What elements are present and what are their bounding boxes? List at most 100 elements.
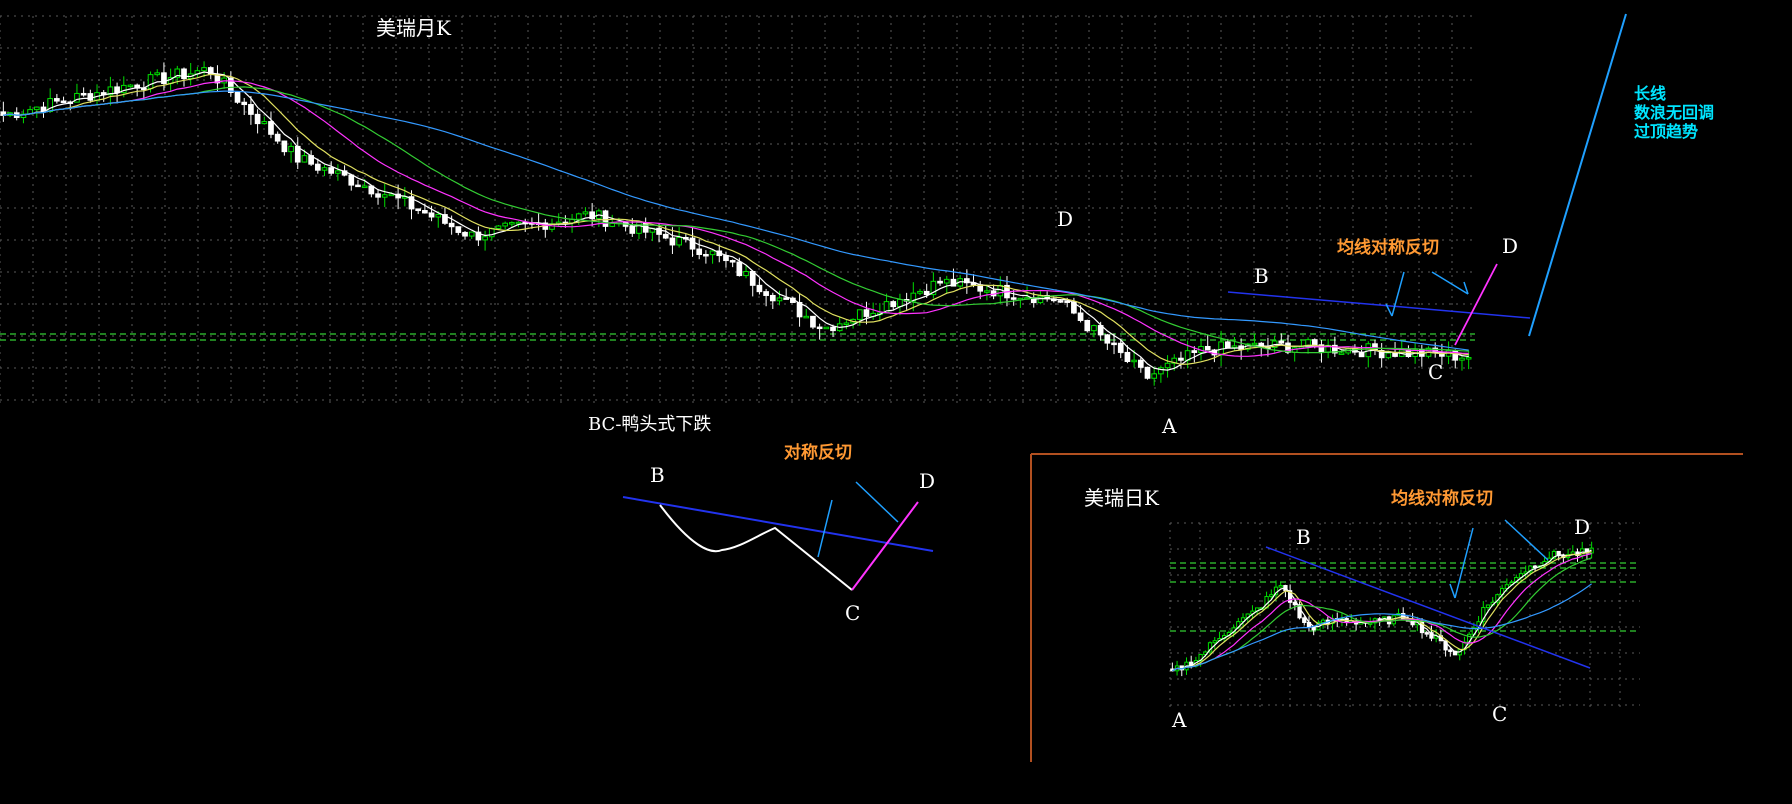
daily-ma-annotation: 均线对称反切 <box>1391 489 1493 509</box>
candle-body <box>1117 342 1124 353</box>
diagram-point-b: B <box>650 463 665 487</box>
candle-body <box>455 226 462 233</box>
candle-body <box>1278 585 1283 588</box>
candle-body <box>241 101 248 106</box>
candle-body <box>890 301 897 308</box>
candle-body <box>943 278 950 284</box>
candle-body <box>1485 604 1491 609</box>
candle-body <box>1124 351 1131 362</box>
ma30-line <box>3 86 1469 354</box>
candle-body <box>1104 334 1111 344</box>
candle-body <box>1191 350 1198 353</box>
candle-body <box>723 255 729 262</box>
candle-body <box>361 185 368 189</box>
candle-body <box>1111 342 1117 346</box>
candle-body <box>923 290 930 296</box>
candle-body <box>602 210 609 227</box>
candle-body <box>575 213 582 220</box>
candle-body <box>482 236 488 241</box>
candle-body <box>810 315 816 328</box>
ma5-line <box>3 71 1469 371</box>
daily-point-b: B <box>1296 525 1311 549</box>
candle-body <box>629 225 636 234</box>
rebound-line <box>1454 263 1498 346</box>
candle-body <box>1392 352 1398 357</box>
candle-body <box>1144 366 1151 379</box>
candle-body <box>60 100 67 104</box>
candle-body <box>147 74 154 90</box>
candle-body <box>1091 325 1097 332</box>
candle-body <box>830 326 836 332</box>
candle-body <box>448 222 455 228</box>
candle-body <box>321 167 328 171</box>
candle-body <box>435 214 442 218</box>
monthly-point-c: C <box>1428 360 1444 384</box>
candle-body <box>1302 617 1307 623</box>
candle-body <box>1212 640 1217 644</box>
candle-body <box>1459 357 1465 361</box>
candle-body <box>1532 565 1538 569</box>
candle-body <box>509 222 515 225</box>
candle-body <box>769 294 776 302</box>
candle-body <box>488 227 495 238</box>
diagram-pointer <box>855 481 899 523</box>
long-annotation-3: 过顶趋势 <box>1634 122 1699 141</box>
monthly-annotations <box>1227 13 1627 346</box>
candle-body <box>1057 300 1064 303</box>
candle-body <box>763 291 769 296</box>
ma20-line <box>3 80 1469 357</box>
candle-body <box>1465 357 1472 360</box>
candle-body <box>381 194 388 198</box>
candle-body <box>669 237 676 246</box>
candle-body <box>937 280 943 284</box>
candle-body <box>375 193 381 198</box>
candle-body <box>1137 359 1144 368</box>
candle-body <box>54 98 60 102</box>
candle-body <box>917 290 923 294</box>
trendline <box>1227 291 1531 319</box>
candle-body <box>502 222 509 227</box>
candle-body <box>856 309 863 320</box>
candle-body <box>1311 339 1318 346</box>
candle-body <box>468 231 475 237</box>
candle-body <box>201 67 207 72</box>
candle-body <box>515 221 522 225</box>
candle-body <box>335 170 341 174</box>
candle-body <box>154 72 161 76</box>
diagram-price-path <box>659 504 853 591</box>
daily-title: 美瑞日K <box>1084 486 1159 510</box>
candle-body <box>1064 300 1071 303</box>
diagram-pointer <box>817 499 833 558</box>
chart-canvas <box>0 13 1743 762</box>
monthly-point-a: A <box>1162 414 1177 438</box>
daily-point-a: A <box>1172 708 1187 732</box>
daily-annotations <box>1265 519 1591 669</box>
candle-body <box>1231 345 1238 349</box>
candle-body <box>743 270 749 277</box>
candle-body <box>689 237 696 250</box>
monthly-point-b: B <box>1254 264 1269 288</box>
candle-body <box>348 174 355 186</box>
long-annotation-1: 长线 <box>1634 84 1667 103</box>
candle-body <box>897 298 903 308</box>
candle-body <box>33 106 40 111</box>
candle-body <box>288 145 294 153</box>
candle-body <box>328 167 335 174</box>
pointer-line <box>1431 271 1469 295</box>
candle-body <box>428 212 435 218</box>
candle-body <box>662 233 669 239</box>
candle-body <box>776 297 783 302</box>
monthly-ma-annotation: 均线对称反切 <box>1337 238 1439 258</box>
candle-body <box>863 309 870 317</box>
candle-body <box>248 104 254 115</box>
candle-body <box>749 270 756 286</box>
diagram-title: BC-鸭头式下跌 <box>588 414 712 435</box>
candle-body <box>1251 342 1258 346</box>
candle-body <box>984 290 990 293</box>
candle-body <box>114 86 120 94</box>
long-annotation-2: 数浪无回调 <box>1634 103 1715 122</box>
candle-body <box>1204 345 1211 351</box>
candle-body <box>495 225 502 229</box>
candle-body <box>274 133 281 142</box>
candle-body <box>268 121 274 135</box>
